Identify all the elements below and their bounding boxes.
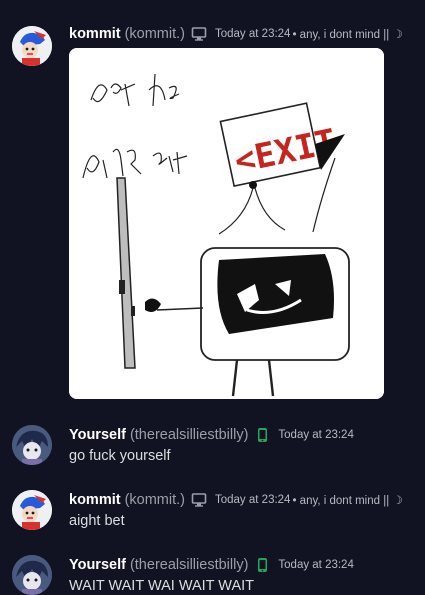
message-header: kommit (kommit.) Today at 23:24 • any, i… [69,24,403,44]
custom-status: • any, i dont mind || ☽ [292,29,403,41]
drawing-illustration: <EXIT [69,48,384,399]
message-text: WAIT WAIT WAI WAIT WAIT [69,578,254,594]
message-text: aight bet [69,513,125,529]
message-header: Yourself (therealsilliestbilly) Today at… [69,555,354,575]
message-2: Yourself (therealsilliestbilly) Today at… [0,423,425,467]
timestamp[interactable]: Today at 23:24 [278,429,353,441]
username[interactable]: Yourself [69,557,126,573]
message-4: Yourself (therealsilliestbilly) Today at… [0,553,425,595]
mobile-phone-icon [254,557,270,573]
desktop-icon [191,492,207,508]
username[interactable]: kommit [69,26,121,42]
message-header: Yourself (therealsilliestbilly) Today at… [69,425,354,445]
username[interactable]: Yourself [69,427,126,443]
message-header: kommit (kommit.) Today at 23:24 • any, i… [69,490,403,510]
desktop-icon [191,26,207,42]
avatar[interactable] [12,26,52,66]
avatar[interactable] [12,425,52,465]
timestamp[interactable]: Today at 23:24 [278,559,353,571]
custom-status: • any, i dont mind || ☽ [292,495,403,507]
user-handle: (therealsilliestbilly) [129,427,249,443]
user-handle: (therealsilliestbilly) [129,557,249,573]
message-text: go fuck yourself [69,448,171,464]
username[interactable]: kommit [69,492,121,508]
mobile-phone-icon [254,427,270,443]
message-3: kommit (kommit.) Today at 23:24 • any, i… [0,488,425,532]
avatar[interactable] [12,555,52,595]
message-1: kommit (kommit.) Today at 23:24 • any, i… [0,24,425,404]
user-handle: (kommit.) [124,492,185,508]
image-attachment[interactable]: <EXIT [69,48,384,399]
timestamp[interactable]: Today at 23:24 [215,28,290,40]
avatar[interactable] [12,490,52,530]
user-handle: (kommit.) [124,26,185,42]
timestamp[interactable]: Today at 23:24 [215,494,290,506]
